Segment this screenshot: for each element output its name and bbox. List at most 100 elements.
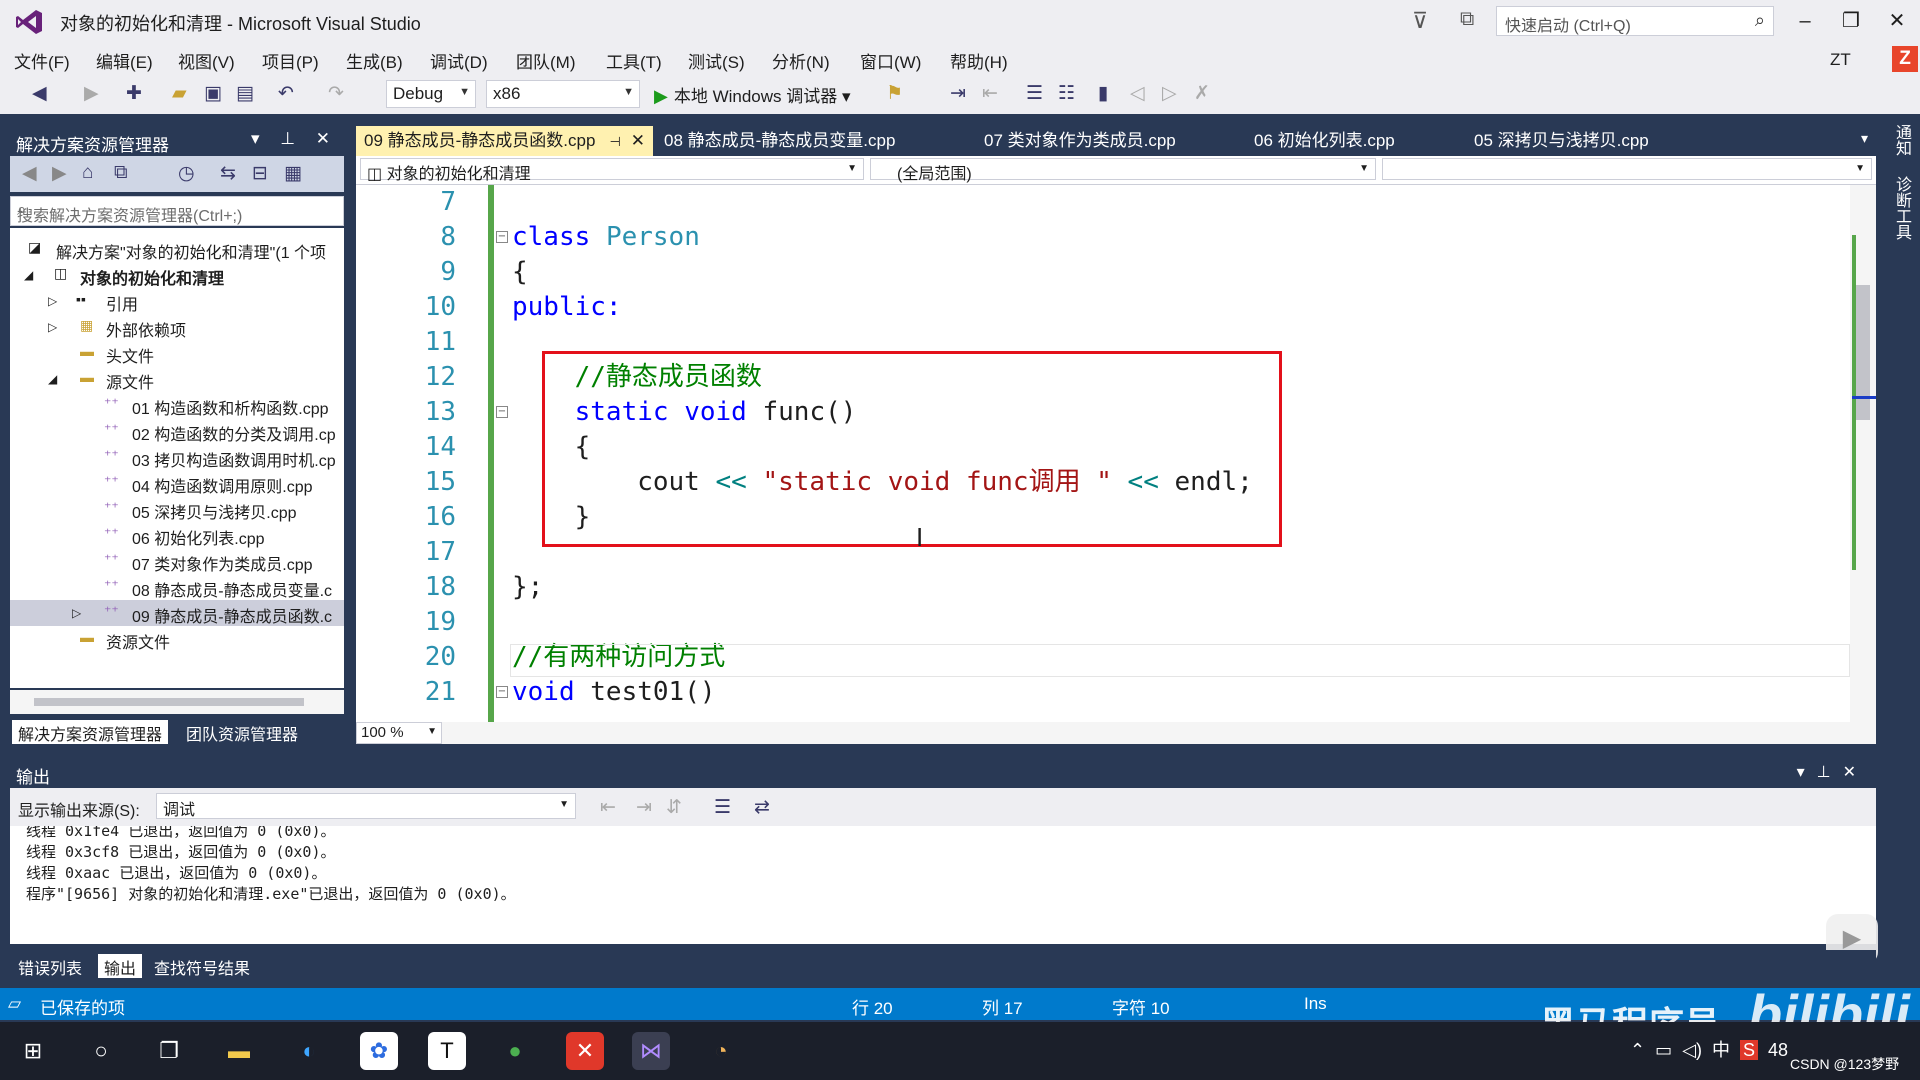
menu-analyze[interactable]: 分析(N) bbox=[772, 48, 830, 73]
tab-doc[interactable]: 07 类对象作为类成员.cpp bbox=[976, 126, 1184, 156]
zoom-select[interactable]: 100 % ▼ bbox=[356, 722, 442, 744]
app-icon[interactable]: ✿ bbox=[360, 1032, 398, 1070]
paint-icon[interactable]: ◔ bbox=[702, 1032, 740, 1070]
find-icon[interactable]: ⚑ bbox=[886, 82, 903, 105]
quick-launch-input[interactable]: 快速启动 (Ctrl+Q) ⌕ bbox=[1496, 6, 1774, 36]
editor-hscroll[interactable] bbox=[356, 722, 1876, 744]
tree-item-resource-files[interactable]: ▬ 资源文件 bbox=[10, 626, 344, 652]
menu-test[interactable]: 测试(S) bbox=[688, 48, 745, 73]
menu-project[interactable]: 项目(P) bbox=[262, 48, 319, 73]
visual-studio-icon[interactable]: ⋈ bbox=[632, 1032, 670, 1070]
collapsed-arrow-icon[interactable]: ▷ bbox=[48, 320, 57, 334]
network-icon[interactable]: ▭ bbox=[1655, 1040, 1672, 1060]
back-icon[interactable]: ◀ bbox=[22, 162, 37, 185]
find-message-icon[interactable]: ⇵ bbox=[666, 796, 682, 819]
step-over-icon[interactable]: ⇤ bbox=[982, 82, 998, 105]
platform-select[interactable]: x86 ▼ bbox=[486, 80, 640, 108]
config-select[interactable]: Debug ▼ bbox=[386, 80, 476, 108]
menu-file[interactable]: 文件(F) bbox=[14, 48, 70, 73]
menu-team[interactable]: 团队(M) bbox=[516, 48, 575, 73]
word-wrap-icon[interactable]: ⇄ bbox=[754, 796, 770, 819]
tab-doc[interactable]: 06 初始化列表.cpp bbox=[1246, 126, 1403, 156]
tree-item-external-deps[interactable]: ▷ ▦ 外部依赖项 bbox=[10, 314, 344, 340]
clear-bookmarks-icon[interactable]: ✗ bbox=[1194, 82, 1210, 105]
scope-nav-select[interactable]: (全局范围) ▼ bbox=[870, 158, 1376, 183]
tree-item-file[interactable]: ⁺⁺ 08 静态成员-静态成员变量.c bbox=[10, 574, 344, 600]
uncomment-icon[interactable]: ☷ bbox=[1058, 82, 1075, 105]
filter-icon[interactable]: ⊽ bbox=[1412, 8, 1428, 34]
forward-icon[interactable]: ▶ bbox=[84, 82, 99, 105]
collapsed-arrow-icon[interactable]: ▷ bbox=[48, 294, 57, 308]
sync-icon[interactable]: ⇆ bbox=[220, 162, 236, 185]
menu-edit[interactable]: 编辑(E) bbox=[96, 48, 153, 73]
tree-item-solution[interactable]: ◪ 解决方案"对象的初始化和清理"(1 个项 bbox=[10, 236, 344, 262]
collapse-icon[interactable]: − bbox=[496, 231, 508, 243]
notifications-tab[interactable]: 通知 bbox=[1889, 124, 1913, 156]
tab-doc[interactable]: 05 深拷贝与浅拷贝.cpp bbox=[1466, 126, 1657, 156]
pin-icon[interactable]: ⊣ bbox=[609, 134, 620, 149]
member-nav-select[interactable]: ▼ bbox=[1382, 158, 1872, 180]
menu-help[interactable]: 帮助(H) bbox=[950, 48, 1008, 73]
typora-icon[interactable]: T bbox=[428, 1032, 466, 1070]
menu-build[interactable]: 生成(B) bbox=[346, 48, 403, 73]
panel-controls[interactable]: ▾ ⊥ ✕ bbox=[251, 129, 338, 149]
close-icon[interactable]: ✕ bbox=[631, 131, 645, 150]
tree-item-file[interactable]: ⁺⁺ 01 构造函数和析构函数.cpp bbox=[10, 392, 344, 418]
tree-item-file[interactable]: ⁺⁺ 05 深拷贝与浅拷贝.cpp bbox=[10, 496, 344, 522]
menu-tools[interactable]: 工具(T) bbox=[606, 48, 662, 73]
collapse-icon[interactable]: − bbox=[496, 406, 508, 418]
panel-controls[interactable]: ▾⊥✕ bbox=[1797, 762, 1868, 782]
tree-item-header-files[interactable]: ▬ 头文件 bbox=[10, 340, 344, 366]
menu-debug[interactable]: 调试(D) bbox=[430, 48, 488, 73]
pending-changes-icon[interactable]: ◷ bbox=[178, 162, 195, 185]
ime-indicator[interactable]: 中 bbox=[1712, 1040, 1730, 1060]
bookmark-icon[interactable]: ▮ bbox=[1098, 82, 1108, 105]
tab-error-list[interactable]: 错误列表 bbox=[12, 954, 88, 978]
tab-team-explorer[interactable]: 团队资源管理器 bbox=[180, 720, 304, 744]
edge-browser-icon[interactable]: ◐ bbox=[290, 1032, 328, 1070]
tree-item-file[interactable]: ⁺⁺ 04 构造函数调用原则.cpp bbox=[10, 470, 344, 496]
menu-window[interactable]: 窗口(W) bbox=[860, 48, 921, 73]
back-icon[interactable]: ◀ bbox=[32, 82, 47, 105]
comment-icon[interactable]: ☰ bbox=[1026, 82, 1043, 105]
xmind-icon[interactable]: ✕ bbox=[566, 1032, 604, 1070]
clear-all-icon[interactable]: ☰ bbox=[714, 796, 731, 819]
tab-output[interactable]: 输出 bbox=[98, 954, 143, 978]
user-avatar[interactable]: Z bbox=[1892, 46, 1918, 72]
collapse-icon[interactable]: − bbox=[496, 686, 508, 698]
step-icon[interactable]: ⇥ bbox=[950, 82, 966, 105]
tree-item-source-files[interactable]: ◢ ▬ 源文件 bbox=[10, 366, 344, 392]
goto-prev-icon[interactable]: ⇤ bbox=[600, 796, 616, 819]
menu-view[interactable]: 视图(V) bbox=[178, 48, 235, 73]
tree-item-file[interactable]: ⁺⁺ 06 初始化列表.cpp bbox=[10, 522, 344, 548]
file-explorer-icon[interactable]: ▬ bbox=[220, 1032, 258, 1070]
output-source-select[interactable]: 调试 ▼ bbox=[156, 793, 576, 819]
open-folder-icon[interactable]: ▰ bbox=[172, 82, 187, 105]
expanded-arrow-icon[interactable]: ◢ bbox=[48, 372, 57, 386]
scrollbar-thumb[interactable] bbox=[34, 698, 304, 706]
tab-doc[interactable]: 08 静态成员-静态成员变量.cpp bbox=[656, 126, 903, 156]
new-project-icon[interactable]: ✚ bbox=[126, 82, 142, 105]
windows-start-icon[interactable]: ⊞ bbox=[14, 1032, 52, 1070]
tree-item-file-selected[interactable]: ▷ ⁺⁺ 09 静态成员-静态成员函数.c bbox=[10, 600, 344, 626]
tree-item-file[interactable]: ⁺⁺ 03 拷贝构造函数调用时机.cp bbox=[10, 444, 344, 470]
tab-overflow-icon[interactable]: ▾ bbox=[1861, 130, 1868, 147]
close-button[interactable]: ✕ bbox=[1878, 6, 1916, 36]
volume-icon[interactable]: ◁) bbox=[1682, 1040, 1702, 1060]
redo-icon[interactable]: ↷ bbox=[328, 82, 344, 105]
undo-icon[interactable]: ↶ bbox=[278, 82, 294, 105]
tree-item-references[interactable]: ▷ ▪▪ 引用 bbox=[10, 288, 344, 314]
expanded-arrow-icon[interactable]: ◢ bbox=[24, 268, 33, 282]
tree-item-project[interactable]: ◢ ◫ 对象的初始化和清理 bbox=[10, 262, 344, 288]
search-icon[interactable]: ○ bbox=[82, 1032, 120, 1070]
chevron-up-icon[interactable]: ⌃ bbox=[1630, 1040, 1645, 1060]
save-icon[interactable]: ▣ bbox=[204, 82, 222, 105]
tree-item-file[interactable]: ⁺⁺ 02 构造函数的分类及调用.cp bbox=[10, 418, 344, 444]
scrollbar-thumb[interactable] bbox=[1856, 285, 1870, 420]
save-all-icon[interactable]: ▤ bbox=[236, 82, 254, 105]
home-icon[interactable]: ⌂ bbox=[82, 162, 93, 184]
green-app-icon[interactable]: ● bbox=[496, 1032, 534, 1070]
project-nav-select[interactable]: ◫ 对象的初始化和清理 ▼ bbox=[360, 158, 864, 183]
switch-views-icon[interactable]: ⧉ bbox=[114, 162, 128, 184]
forward-icon[interactable]: ▶ bbox=[52, 162, 67, 185]
